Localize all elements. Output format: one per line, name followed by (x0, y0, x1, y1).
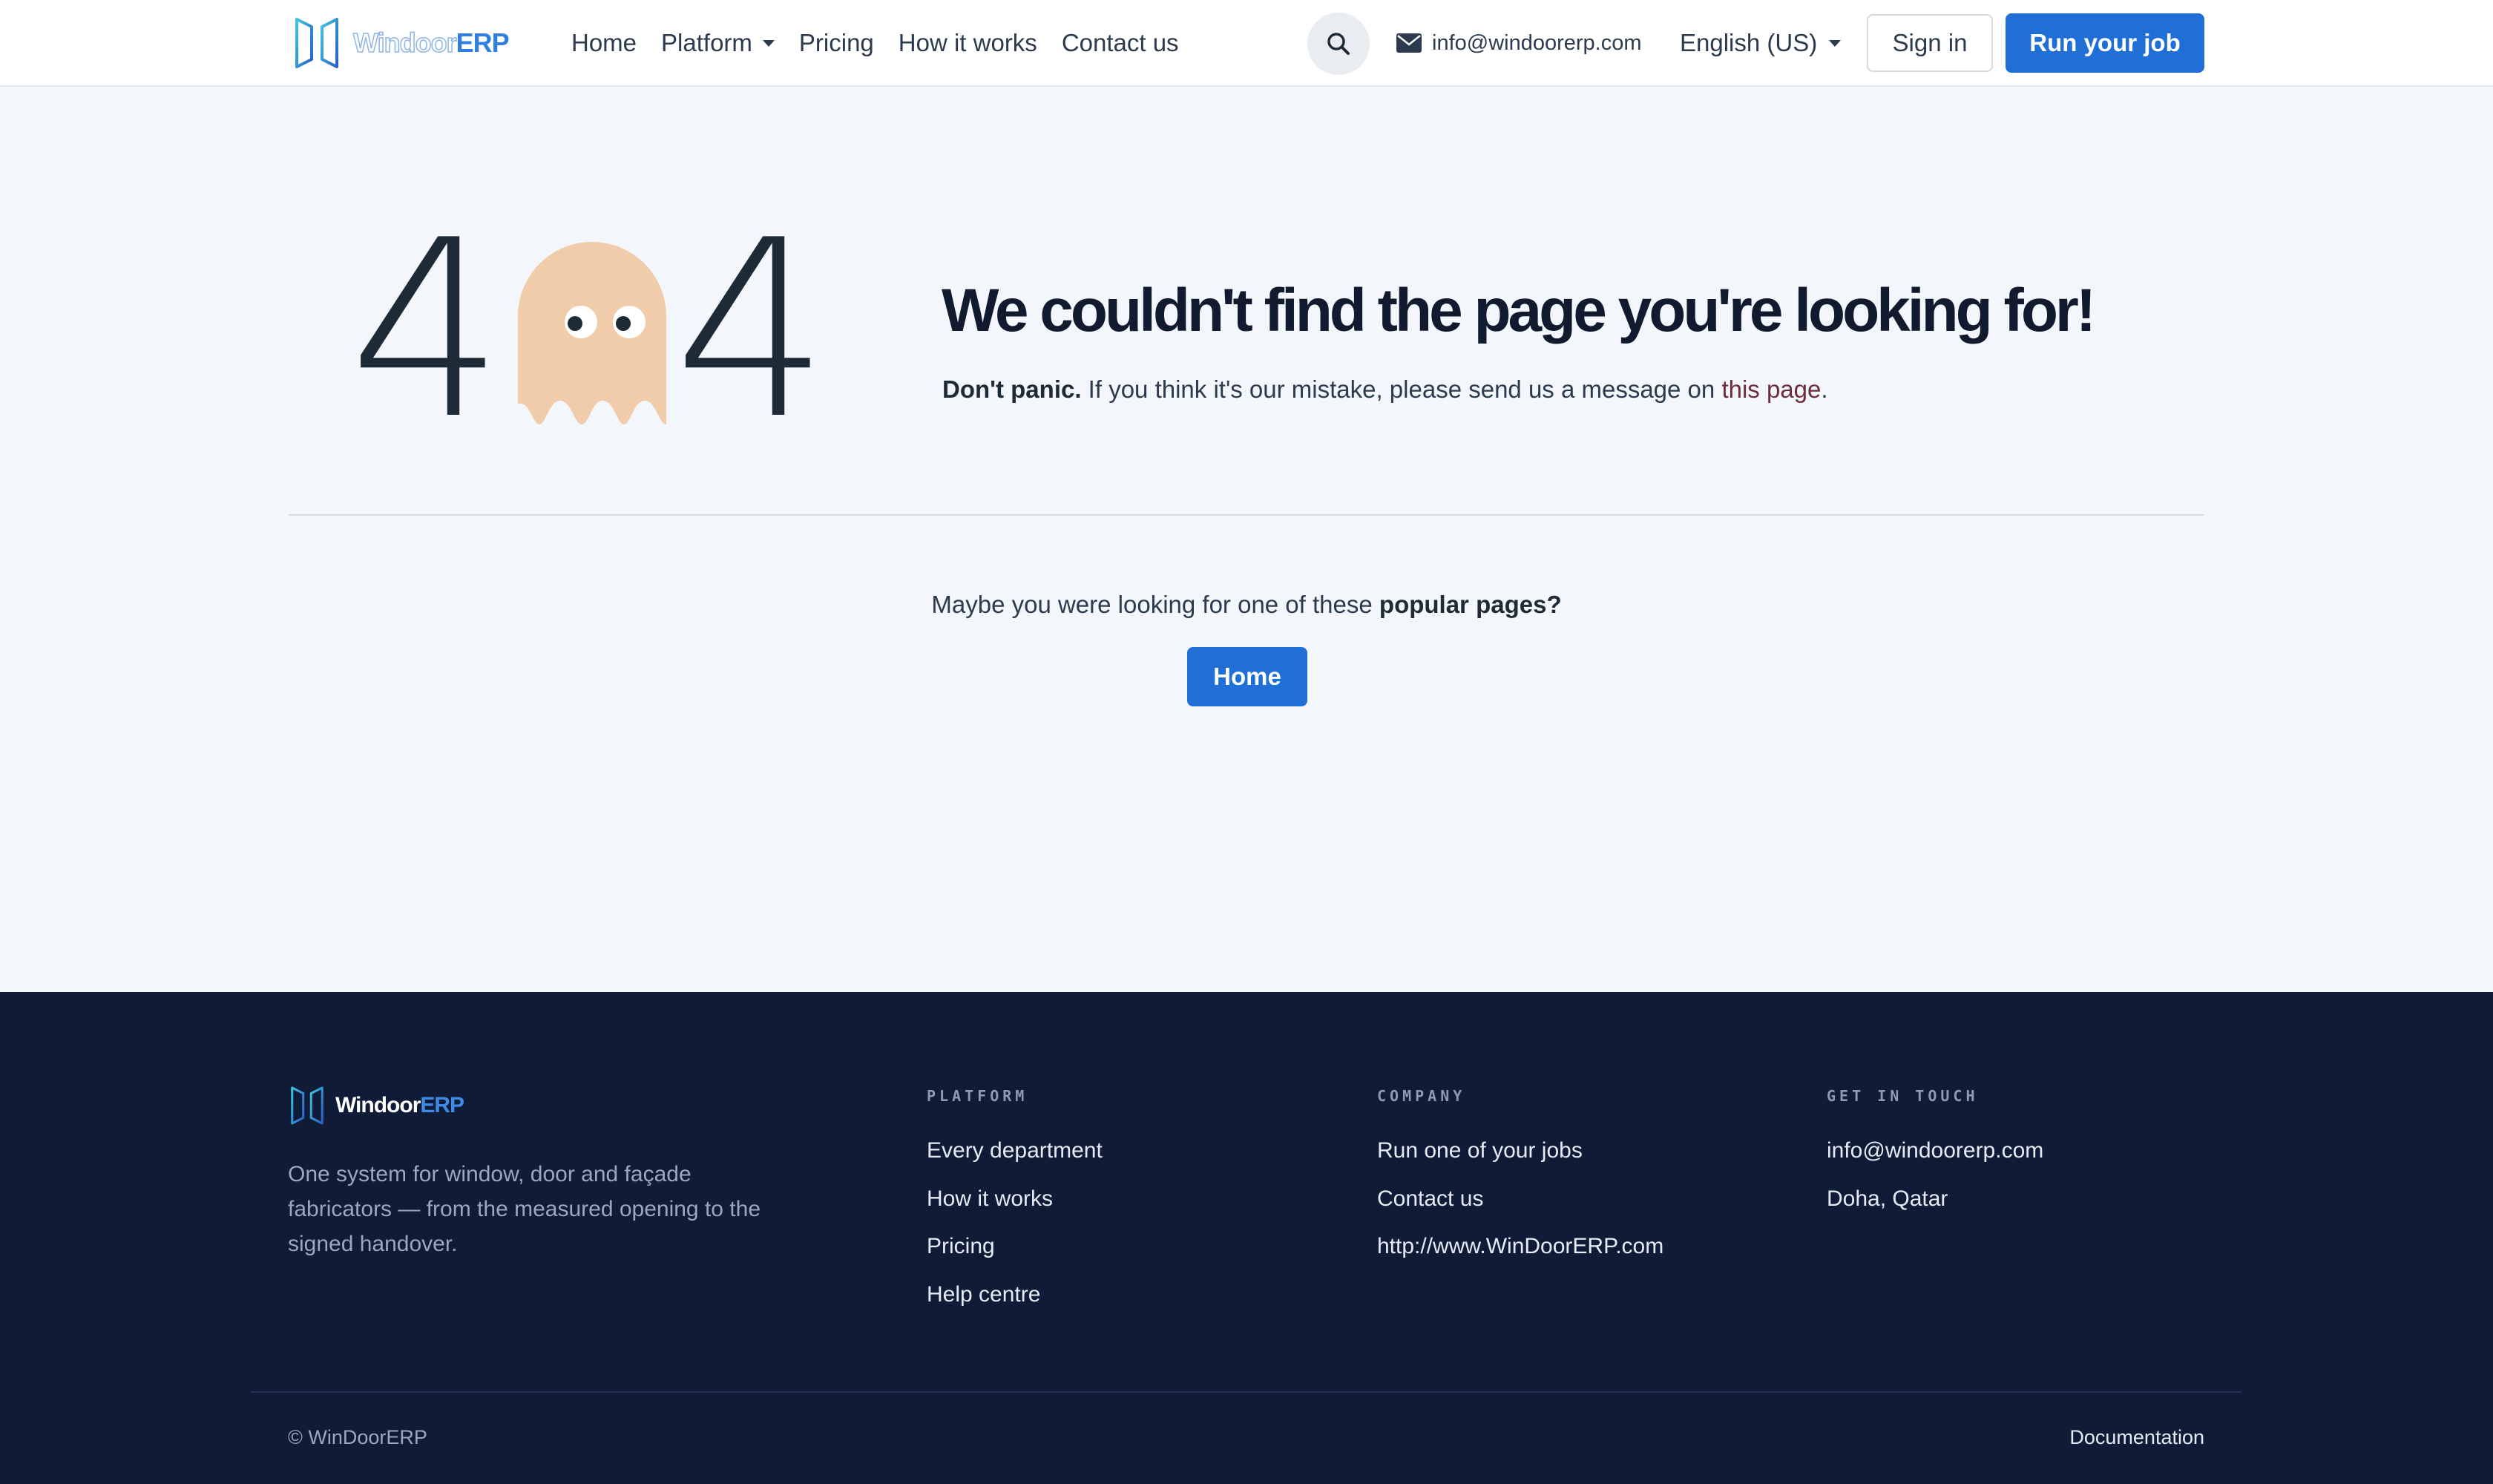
footer-link-website[interactable]: http://www.WinDoorERP.com (1377, 1223, 1663, 1271)
main-nav: Home Platform Pricing How it works Conta… (571, 22, 1179, 64)
footer-column-title: PLATFORM (927, 1087, 1028, 1105)
nav-platform-dropdown[interactable]: Platform (661, 29, 775, 57)
footer-brand-logo[interactable]: WindoorERP (289, 1086, 464, 1126)
error-404-illustration: 4 4 (349, 208, 838, 453)
envelope-icon (1396, 33, 1422, 53)
footer-link-every-department[interactable]: Every department (927, 1127, 1103, 1175)
footer-documentation-link[interactable]: Documentation (2069, 1426, 2204, 1449)
chevron-down-icon (1829, 39, 1842, 47)
popular-pages-prompt: Maybe you were looking for one of these … (931, 591, 1562, 618)
footer-link-contact-us[interactable]: Contact us (1377, 1175, 1663, 1224)
footer-link-run-one-of-your-jobs[interactable]: Run one of your jobs (1377, 1127, 1663, 1175)
search-icon (1327, 33, 1350, 55)
error-message: Don't panic. If you think it's our mista… (942, 375, 1828, 403)
nav-contact-us[interactable]: Contact us (1062, 29, 1179, 57)
chevron-down-icon (762, 39, 775, 47)
error-code-digit-left: 4 (349, 188, 505, 473)
footer-link-email[interactable]: info@windoorerp.com (1827, 1127, 2043, 1175)
footer-divider (251, 1391, 2241, 1393)
footer-brand-name: WindoorERP (335, 1093, 464, 1117)
footer-column-company: COMPANY Run one of your jobs Contact us … (1377, 1087, 1663, 1271)
run-your-job-button[interactable]: Run your job (2006, 13, 2204, 73)
footer-link-pricing[interactable]: Pricing (927, 1223, 1103, 1271)
nav-how-it-works[interactable]: How it works (899, 29, 1037, 57)
header-email-link[interactable]: info@windoorerp.com (1396, 25, 1642, 61)
error-code-digit-right: 4 (674, 188, 830, 473)
home-button[interactable]: Home (1187, 647, 1307, 706)
windoor-logo-icon (295, 18, 338, 68)
sign-in-button[interactable]: Sign in (1867, 14, 1993, 72)
nav-pricing[interactable]: Pricing (799, 29, 874, 57)
section-divider (289, 514, 2204, 516)
footer-column-title: GET IN TOUCH (1827, 1087, 1979, 1105)
top-navbar: WindoorERP Home Platform Pricing How it … (0, 0, 2493, 87)
brand-name: WindoorERP (352, 27, 509, 59)
brand-logo-link[interactable]: WindoorERP (294, 16, 510, 70)
footer-copyright: © WinDoorERP (288, 1426, 427, 1448)
footer-column-title: COMPANY (1377, 1087, 1466, 1105)
site-footer: WindoorERP One system for window, door a… (0, 992, 2493, 1484)
footer-link-how-it-works[interactable]: How it works (927, 1175, 1103, 1224)
footer-tagline: One system for window, door and façade f… (288, 1162, 761, 1256)
ghost-icon (518, 242, 666, 424)
search-button[interactable] (1307, 13, 1370, 75)
footer-location: Doha, Qatar (1827, 1186, 1948, 1211)
nav-home[interactable]: Home (571, 29, 637, 57)
footer-column-platform: PLATFORM Every department How it works P… (927, 1087, 1103, 1319)
contact-page-link[interactable]: this page (1721, 375, 1821, 403)
windoor-logo-icon (291, 1086, 323, 1125)
page-title: We couldn't find the page you're looking… (942, 277, 2096, 344)
footer-link-help-centre[interactable]: Help centre (927, 1271, 1103, 1319)
footer-column-get-in-touch: GET IN TOUCH info@windoorerp.com Doha, Q… (1827, 1087, 2043, 1223)
language-selector[interactable]: English (US) (1680, 24, 1842, 62)
